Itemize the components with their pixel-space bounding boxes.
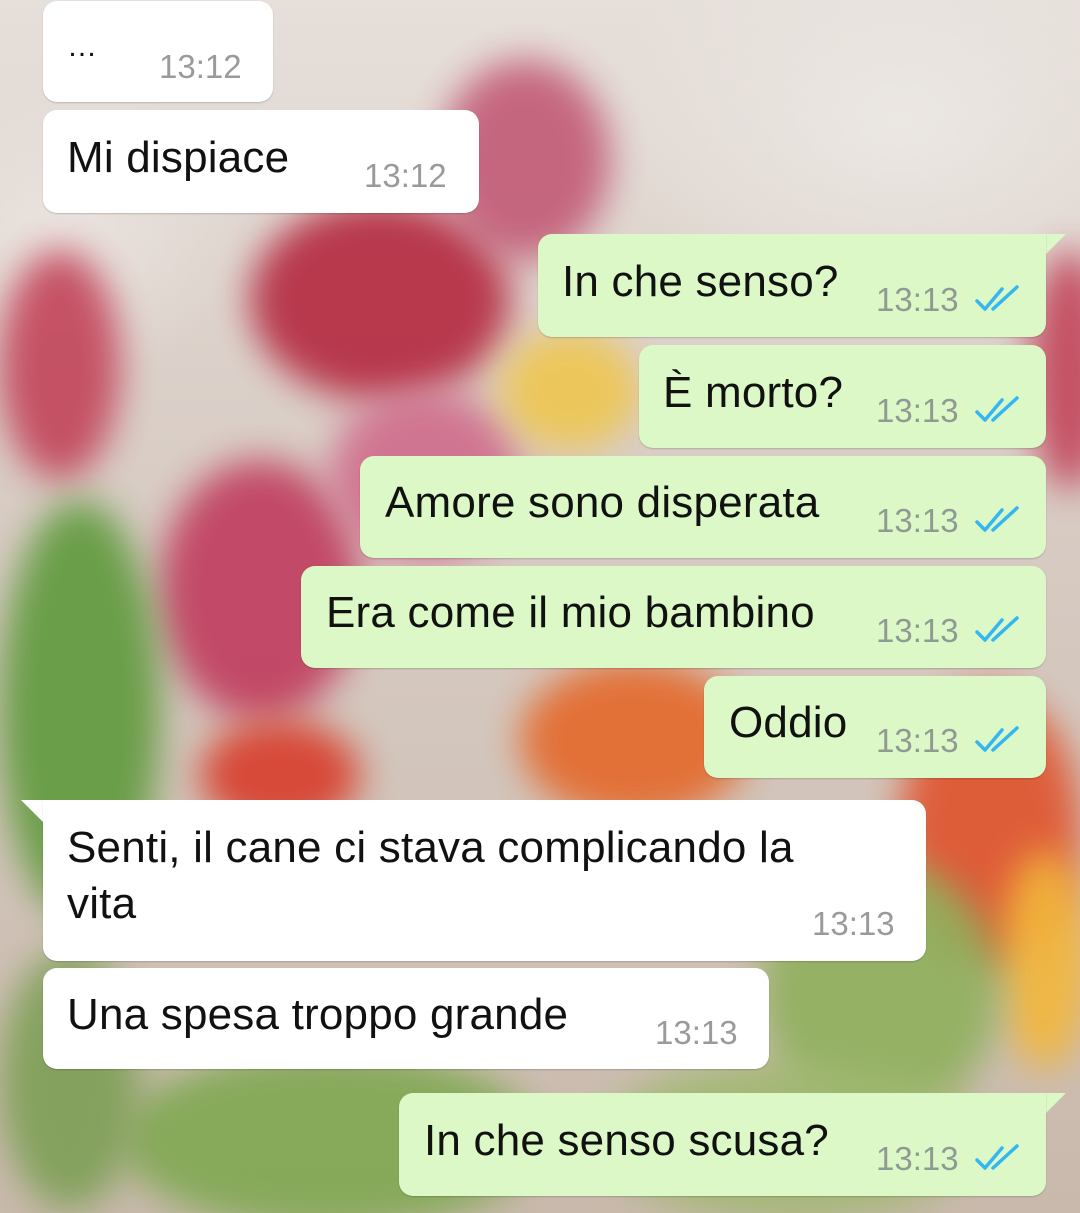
- message-text: È morto?: [663, 368, 844, 417]
- incoming-message[interactable]: Senti, il cane ci stava complicando la v…: [43, 800, 926, 961]
- message-text: Senti, il cane ci stava complicando la v…: [67, 823, 794, 928]
- message-timestamp: 13:13: [876, 281, 959, 318]
- incoming-message[interactable]: … 13:12: [43, 1, 273, 102]
- message-timestamp: 13:13: [876, 722, 959, 759]
- message-timestamp: 13:12: [159, 48, 242, 85]
- message-text: Una spesa troppo grande: [67, 990, 569, 1039]
- message-timestamp: 13:13: [876, 612, 959, 649]
- read-double-check-icon: [975, 616, 1019, 642]
- outgoing-message[interactable]: Amore sono disperata 13:13: [360, 456, 1046, 558]
- chat-conversation: … 13:12 Mi dispiace 13:12 In che senso? …: [0, 0, 1080, 1213]
- outgoing-message[interactable]: Era come il mio bambino 13:13: [301, 566, 1046, 668]
- incoming-message[interactable]: Mi dispiace 13:12: [43, 110, 479, 213]
- message-text: In che senso scusa?: [424, 1116, 829, 1165]
- outgoing-message[interactable]: In che senso scusa? 13:13: [399, 1093, 1046, 1196]
- read-double-check-icon: [975, 726, 1019, 752]
- message-text: Mi dispiace: [67, 133, 290, 182]
- message-text: Oddio: [729, 698, 848, 747]
- message-text: …: [67, 30, 98, 63]
- message-text: Amore sono disperata: [385, 478, 820, 527]
- message-timestamp: 13:13: [876, 1140, 959, 1177]
- message-timestamp: 13:13: [876, 502, 959, 539]
- message-text: Era come il mio bambino: [326, 588, 815, 637]
- read-double-check-icon: [975, 396, 1019, 422]
- outgoing-message[interactable]: Oddio 13:13: [704, 676, 1046, 778]
- message-text: In che senso?: [562, 257, 839, 306]
- message-timestamp: 13:13: [655, 1014, 738, 1051]
- read-double-check-icon: [975, 1144, 1019, 1170]
- outgoing-message[interactable]: È morto? 13:13: [639, 345, 1046, 448]
- message-timestamp: 13:13: [876, 392, 959, 429]
- incoming-message[interactable]: Una spesa troppo grande 13:13: [43, 968, 769, 1069]
- message-timestamp: 13:12: [364, 157, 447, 194]
- read-double-check-icon: [975, 285, 1019, 311]
- outgoing-message[interactable]: In che senso? 13:13: [538, 234, 1046, 337]
- message-timestamp: 13:13: [812, 905, 895, 942]
- read-double-check-icon: [975, 506, 1019, 532]
